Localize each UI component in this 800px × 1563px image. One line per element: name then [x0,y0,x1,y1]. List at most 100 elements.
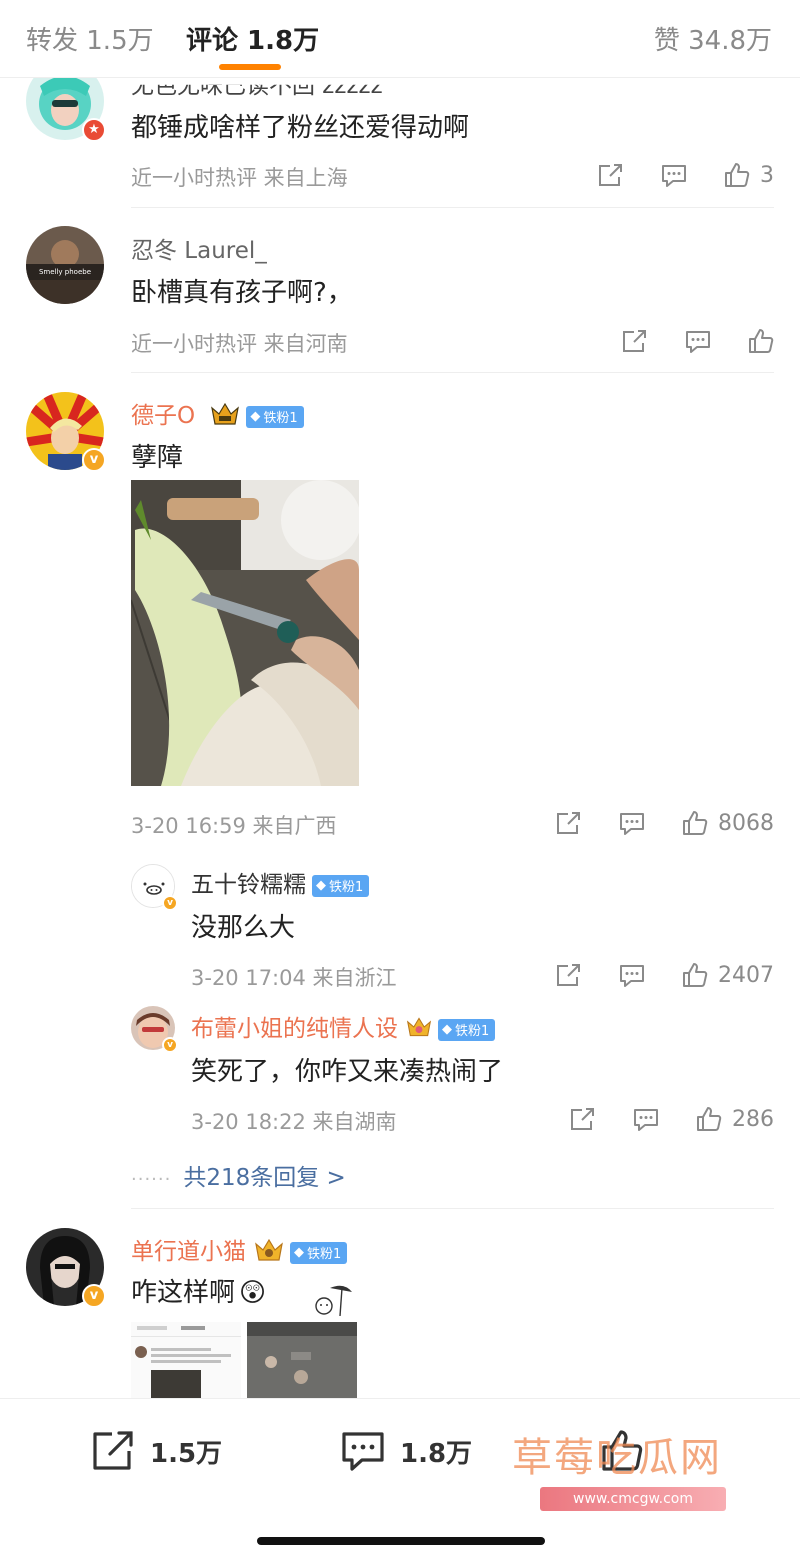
reply-author[interactable]: 布蕾小姐的纯情人设 ◆ 铁粉1 [191,1009,496,1044]
repost-count: 1.5万 [150,1438,223,1469]
comment-text: 孽障 [131,443,184,473]
bottom-comment-button[interactable]: 1.8万 [340,1429,472,1473]
weibo-comment-page: 转发 1.5万 评论 1.8万 赞 34.8万 ★ 无色无味已读不回 zzzzz… [0,0,800,1563]
active-tab-indicator [219,64,281,70]
share-icon [571,1108,594,1130]
reply-button[interactable] [632,1106,660,1132]
like-count: 2407 [718,962,774,988]
view-all-replies-link[interactable]: ······ 共218条回复 > [131,1158,346,1192]
reply-button[interactable] [660,162,688,188]
comment-count: 1.8万 [400,1438,473,1469]
like-button[interactable] [748,328,774,354]
thumbs-up-icon [725,163,750,187]
crown-icon [254,1238,284,1268]
like-button[interactable]: 2407 [682,962,774,988]
crown-icon [210,402,240,432]
comment-meta: 近一小时热评 来自河南 [131,332,348,356]
share-icon [557,964,580,986]
divider [131,1208,774,1209]
thumbs-up-icon [683,811,708,835]
divider [131,372,774,373]
crown-icon [406,1016,432,1044]
comment-meta: 3-20 16:59 来自广西 [131,814,337,838]
site-watermark: 草莓吃瓜网 [512,1435,722,1481]
reply-button[interactable] [618,962,646,988]
comment-actions: 8068 [518,808,774,838]
tab-repost[interactable]: 转发 1.5万 [26,20,154,57]
comment-photo[interactable] [131,480,359,786]
avatar[interactable]: v [26,1228,106,1308]
comment-icon [634,1109,658,1131]
author-name: 单行道小猫 [131,1239,246,1265]
fan-badge: ◆ 铁粉1 [438,1018,496,1041]
reply-meta: 3-20 17:04 来自浙江 [191,966,397,990]
reply-actions: 286 [532,1104,774,1134]
comment-icon [662,165,686,187]
share-icon [599,164,622,186]
fan-badge: ◆ 铁粉1 [290,1241,348,1264]
share-button[interactable] [568,1106,596,1132]
like-count: 8068 [718,810,774,836]
verified-v-icon: v [162,895,178,911]
share-icon [623,330,646,352]
share-button[interactable] [620,328,648,354]
surprised-emoji-icon: 😲 [239,1278,267,1308]
svg-text:Smelly phoebe: Smelly phoebe [39,268,91,276]
like-count: 3 [760,162,774,188]
comment-actions [584,326,774,356]
like-button[interactable]: 286 [696,1106,774,1132]
site-watermark-url: www.cmcgw.com [540,1487,726,1511]
tab-like[interactable]: 赞 34.8万 [654,20,772,57]
avatar[interactable]: v [131,1006,178,1053]
comment-icon [620,965,644,987]
like-button[interactable]: 8068 [682,810,774,836]
ellipsis-decoration: ······ [131,1169,172,1190]
verified-v-icon: v [82,448,106,472]
share-button[interactable] [554,810,582,836]
share-button[interactable] [554,962,582,988]
thumbs-up-icon [697,1107,722,1131]
like-button[interactable]: 3 [724,162,774,188]
comment-text: 都锤成啥样了粉丝还爱得动啊 [131,113,470,143]
reply-text: 没那么大 [191,913,296,943]
comment-author[interactable]: 单行道小猫 ◆ 铁粉1 [131,1232,348,1268]
comment-icon [686,331,710,353]
comment-text: 卧槽真有孩子啊?， [131,278,353,308]
comment-screenshot-image[interactable] [131,1322,357,1398]
fan-badge: ◆ 铁粉1 [312,874,370,897]
home-indicator[interactable] [257,1537,545,1545]
avatar[interactable]: v [26,392,106,472]
tab-comment[interactable]: 评论 1.8万 [186,20,319,57]
top-tab-bar: 转发 1.5万 评论 1.8万 赞 34.8万 [0,0,800,78]
reply-meta: 3-20 18:22 来自湖南 [191,1110,397,1134]
share-button[interactable] [596,162,624,188]
comment-text: 咋这样啊 😲 [131,1278,267,1308]
reply-author[interactable]: 五十铃糯糯 ◆ 铁粉1 [191,865,370,899]
like-count: 286 [732,1106,774,1132]
verified-v-icon: v [162,1037,178,1053]
share-icon [557,812,580,834]
comment-icon [342,1432,384,1471]
thumbs-up-icon [683,963,708,987]
author-name: 德子O [131,403,196,429]
comment-actions: 3 [560,160,774,190]
reply-button[interactable] [618,810,646,836]
reply-text: 笑死了，你咋又来凑热闹了 [191,1057,504,1087]
reply-actions: 2407 [518,960,774,990]
bottom-repost-button[interactable]: 1.5万 [90,1429,222,1473]
reply-button[interactable] [684,328,712,354]
divider [131,207,774,208]
comment-icon [620,813,644,835]
author-name: 五十铃糯糯 [191,872,306,898]
verified-v-icon: v [82,1284,106,1308]
verified-badge-icon: ★ [82,118,106,142]
author-name: 布蕾小姐的纯情人设 [191,1016,398,1042]
comment-meta: 近一小时热评 来自上海 [131,166,348,190]
avatar[interactable]: v [131,864,178,911]
thumbs-up-icon [749,329,774,353]
fan-badge: ◆ 铁粉1 [246,405,304,428]
bottom-action-bar: 1.5万 1.8万 草莓吃瓜网 www.cmcgw.com [0,1398,800,1563]
comment-author[interactable]: 德子O ◆ 铁粉1 [131,396,304,432]
avatar[interactable]: Smelly phoebe [26,226,104,304]
comment-author[interactable]: 忍冬 Laurel_ [131,231,267,265]
